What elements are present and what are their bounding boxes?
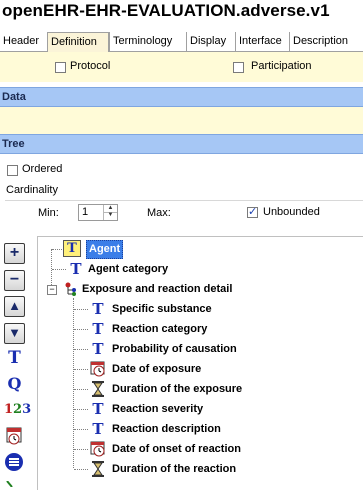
collapse-toggle-icon[interactable]: −	[47, 285, 57, 295]
protocol-checkbox[interactable]	[55, 62, 66, 73]
data-section-body	[0, 107, 363, 134]
tree-connector	[74, 389, 88, 390]
cluster-icon	[64, 282, 78, 296]
tab-header[interactable]: Header	[0, 32, 47, 51]
tab-definition[interactable]: Definition	[47, 32, 109, 52]
text-type-icon: T	[92, 300, 104, 318]
ordered-label: Ordered	[22, 163, 63, 175]
date-type-icon[interactable]	[4, 426, 25, 447]
tab-display[interactable]: Display	[186, 32, 235, 51]
min-spinner[interactable]: 1 ▲ ▼	[78, 204, 118, 221]
tree-connector	[73, 298, 74, 468]
min-label: Min:	[38, 207, 59, 219]
text-type-icon: T	[92, 320, 104, 338]
cardinality-label: Cardinality	[6, 184, 58, 196]
tree-label: Tree	[2, 138, 25, 150]
tree-connector	[74, 349, 88, 350]
tree-item-agent[interactable]: Agent	[86, 240, 124, 259]
spinner-down-icon[interactable]: ▼	[104, 212, 117, 219]
tab-bar: Header Definition Terminology Display In…	[0, 32, 363, 52]
min-value[interactable]: 1	[82, 206, 88, 218]
tree-section-header: Tree	[0, 134, 363, 154]
tree-connector	[74, 429, 88, 430]
tree-connector	[74, 469, 88, 470]
tree-connector	[74, 409, 88, 410]
ordered-checkbox[interactable]	[7, 165, 18, 176]
spinner-buttons: ▲ ▼	[103, 205, 117, 220]
data-label: Data	[2, 91, 26, 103]
archetype-title: openEHR-EHR-EVALUATION.adverse.v1	[2, 1, 330, 20]
tab-interface[interactable]: Interface	[235, 32, 289, 51]
text-type-icon: T	[92, 420, 104, 438]
text-type-icon[interactable]: T	[4, 348, 25, 369]
unbounded-checkbox[interactable]	[247, 205, 258, 218]
unbounded-label: Unbounded	[263, 206, 320, 218]
datetime-icon	[90, 361, 106, 383]
tab-description[interactable]: Description	[289, 32, 363, 51]
tree-connector	[74, 309, 88, 310]
tree-connector	[52, 269, 66, 270]
tab-terminology[interactable]: Terminology	[109, 32, 186, 51]
datetime-icon	[90, 441, 106, 463]
cardinality-divider	[5, 200, 363, 201]
arrow-down-icon[interactable]: ▼	[4, 323, 25, 344]
tree-connector	[52, 249, 62, 250]
participation-label: Participation	[251, 60, 312, 72]
hourglass-icon	[91, 461, 105, 483]
text-type-icon: T	[92, 400, 104, 418]
quantity-type-icon[interactable]: Q	[4, 374, 25, 395]
participation-checkbox[interactable]	[233, 62, 244, 73]
protocol-label: Protocol	[70, 60, 111, 72]
text-type-icon: T	[70, 260, 82, 278]
tree-connector	[74, 369, 88, 370]
tree-connector	[74, 449, 88, 450]
plus-icon[interactable]: +	[4, 243, 25, 264]
text-type-icon: T	[92, 340, 104, 358]
minus-icon[interactable]: −	[4, 270, 25, 291]
more-icon[interactable]	[4, 478, 25, 488]
data-section-header: Data	[0, 87, 363, 107]
text-type-icon: T	[63, 240, 81, 257]
tree-connector	[74, 329, 88, 330]
max-label: Max:	[147, 207, 171, 219]
ordinal-type-icon[interactable]	[4, 452, 25, 473]
arrow-up-icon[interactable]: ▲	[4, 296, 25, 317]
count-type-icon[interactable]: 123	[4, 400, 31, 421]
